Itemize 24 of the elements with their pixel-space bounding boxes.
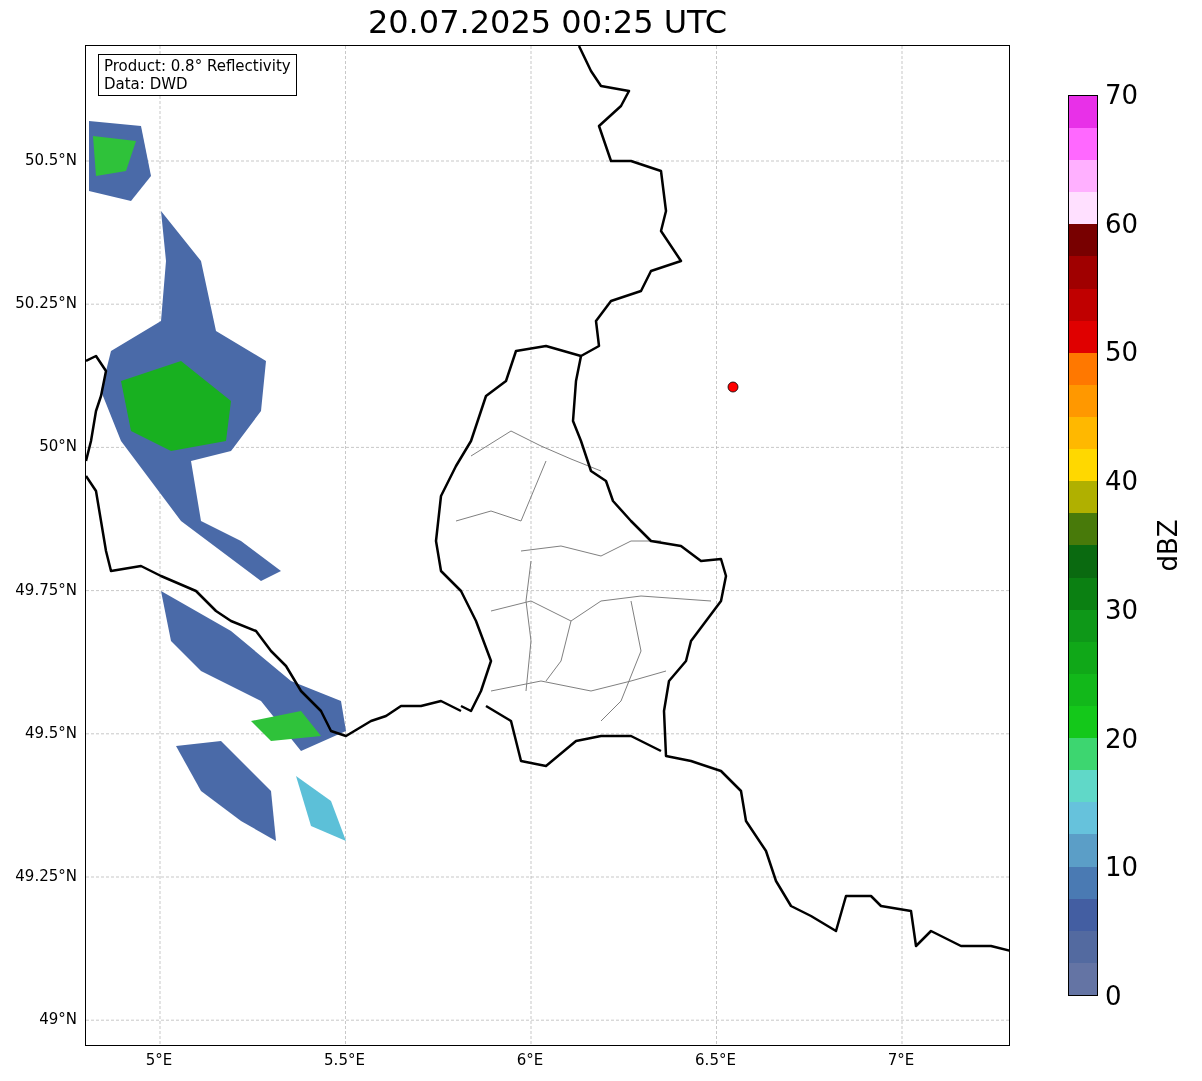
latitude-label: 50.25°N — [15, 294, 77, 313]
colorbar-tick-label: 50 — [1105, 337, 1139, 368]
colorbar-tick-label: 10 — [1105, 852, 1139, 883]
longitude-label: 5°E — [145, 1051, 173, 1069]
longitude-label: 5.5°E — [324, 1051, 365, 1069]
latitude-label: 50.5°N — [24, 151, 77, 169]
colorbar-tick-label: 40 — [1105, 466, 1139, 497]
latitude-label: 50°N — [39, 437, 77, 456]
colorbar-tick-label: 20 — [1105, 723, 1139, 754]
longitude-label: 7°E — [887, 1051, 915, 1069]
colorbar-tick-label: 0 — [1105, 981, 1122, 1011]
latitude-label: 49.25°N — [15, 867, 77, 885]
colorbar-label: dBZ — [1151, 519, 1184, 572]
longitude-label: 6°E — [516, 1051, 544, 1069]
colorbar-tick-label: 30 — [1105, 594, 1139, 625]
info-text: Product: 0.8° Reflectivity — [104, 57, 291, 75]
longitude-label: 6.5°E — [695, 1051, 736, 1069]
latitude-label: 49.75°N — [15, 580, 77, 599]
colorbar-tick-label: 60 — [1105, 208, 1139, 239]
colorbar-tick-label: 70 — [1105, 80, 1139, 110]
info-text: Data: DWD — [104, 75, 189, 93]
latitude-label: 49°N — [39, 1010, 77, 1029]
latitude-label: 49.5°N — [24, 723, 77, 742]
chart-title: 20.07.2025 00:25 UTC — [366, 2, 729, 43]
